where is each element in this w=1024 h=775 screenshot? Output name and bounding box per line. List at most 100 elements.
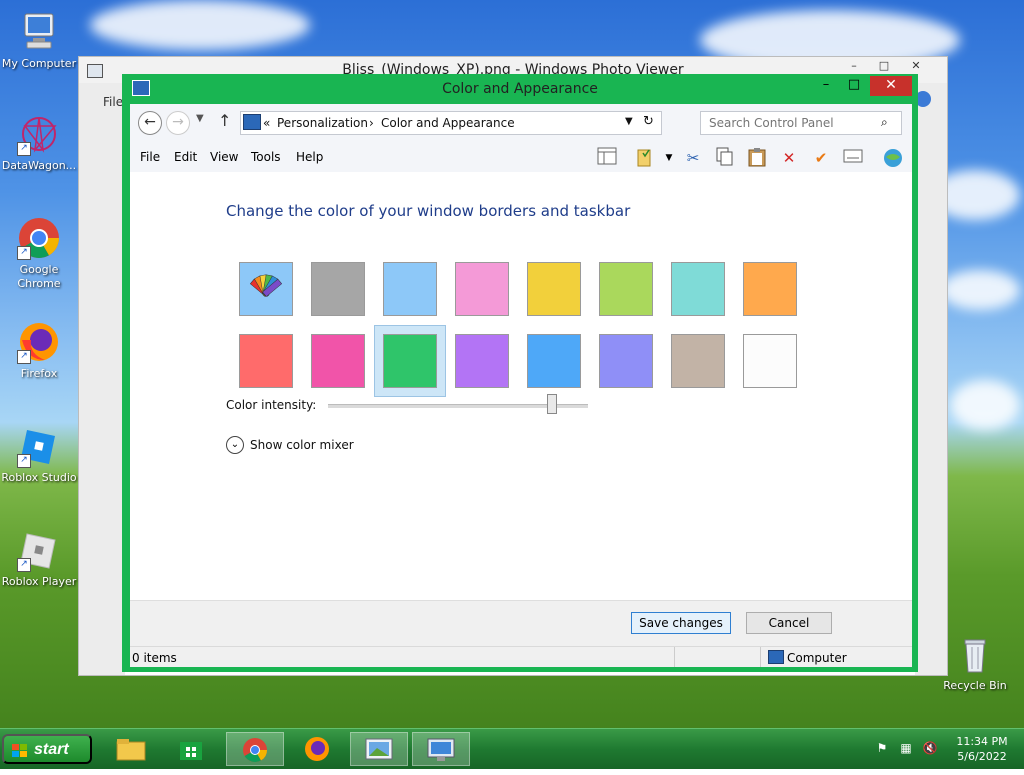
desktop-icon-roblox-player[interactable]: ↗ Roblox Player (1, 528, 77, 589)
desktop-icon-google-chrome[interactable]: ↗ Google Chrome (1, 216, 77, 291)
cloud (90, 0, 310, 50)
chevron-down-icon[interactable]: ⌄ (226, 436, 244, 454)
color-swatch[interactable] (455, 262, 509, 316)
close-button[interactable]: ✕ (870, 76, 912, 96)
taskbar-control-panel[interactable] (412, 732, 470, 766)
shortcut-arrow-icon: ↗ (17, 142, 31, 156)
menu-help[interactable]: Help (296, 150, 323, 164)
photo-viewer-file-menu[interactable]: File (103, 95, 123, 109)
color-swatch[interactable] (743, 334, 797, 388)
search-box[interactable]: ⌕ (700, 111, 902, 135)
maximize-button[interactable]: □ (840, 77, 868, 95)
menu-tools[interactable]: Tools (251, 150, 281, 164)
taskbar-chrome[interactable] (226, 732, 284, 766)
menu-edit[interactable]: Edit (174, 150, 197, 164)
automatic-color-swatch[interactable] (239, 262, 293, 316)
search-icon[interactable]: ⌕ (881, 115, 888, 130)
color-swatch[interactable] (527, 262, 581, 316)
menu-file[interactable]: File (140, 150, 160, 164)
search-input[interactable] (707, 115, 879, 131)
breadcrumb-separator: « (263, 116, 271, 130)
copy-icon[interactable] (714, 147, 736, 169)
photo-viewer-maximize-button[interactable]: □ (873, 59, 895, 73)
title-bar[interactable]: Color and Appearance – □ ✕ (122, 74, 918, 104)
page-heading: Change the color of your window borders … (226, 202, 631, 220)
rename-icon[interactable] (842, 147, 864, 169)
desktop-icon-firefox[interactable]: ↗ Firefox (1, 320, 77, 381)
back-arrow-icon: ← (144, 114, 156, 130)
color-swatch[interactable] (599, 334, 653, 388)
shortcut-arrow-icon: ↗ (17, 350, 31, 364)
address-bar[interactable]: « Personalization › Color and Appearance… (240, 111, 662, 135)
save-changes-button[interactable]: Save changes (631, 612, 731, 634)
refresh-icon[interactable]: ↻ (643, 114, 654, 129)
folder-options-icon[interactable] (634, 147, 656, 169)
taskbar-photo-viewer[interactable] (350, 732, 408, 766)
status-divider (760, 647, 761, 667)
breadcrumb-current[interactable]: Color and Appearance (381, 116, 515, 130)
address-dropdown-icon[interactable]: ▼ (625, 116, 633, 127)
color-swatch[interactable] (671, 334, 725, 388)
desktop-icon-label: Roblox Player (1, 575, 77, 588)
start-label: start (34, 741, 69, 758)
color-swatch[interactable] (311, 262, 365, 316)
recent-pages-chevron-icon[interactable]: ▼ (196, 113, 204, 124)
volume-muted-icon[interactable]: 🔇 (922, 741, 938, 757)
delete-icon[interactable]: ✕ (778, 147, 800, 169)
up-arrow-icon[interactable]: ↑ (218, 111, 231, 130)
color-swatch[interactable] (599, 262, 653, 316)
properties-check-icon[interactable]: ✔ (810, 147, 832, 169)
internet-globe-icon[interactable] (882, 147, 904, 169)
breadcrumb-personalization[interactable]: Personalization (277, 116, 368, 130)
show-color-mixer-link[interactable]: Show color mixer (250, 438, 354, 452)
photo-viewer-close-button[interactable]: ✕ (905, 59, 927, 73)
back-button[interactable]: ← (138, 111, 162, 135)
status-divider (674, 647, 675, 667)
start-button[interactable]: start (2, 734, 92, 764)
desktop-icon-label: Roblox Studio (1, 471, 77, 484)
taskbar-file-explorer[interactable] (102, 732, 160, 766)
chrome-icon (242, 738, 268, 768)
color-swatch[interactable] (671, 262, 725, 316)
color-swatch[interactable] (383, 262, 437, 316)
desktop-icon-recycle-bin[interactable]: Recycle Bin (937, 632, 1013, 693)
footer-bar: Save changes Cancel (130, 600, 912, 647)
forward-arrow-icon: → (172, 114, 184, 130)
cut-icon[interactable]: ✂ (682, 147, 704, 169)
menu-view[interactable]: View (210, 150, 238, 164)
folder-options-dropdown-icon[interactable]: ▼ (658, 147, 680, 169)
layout-pane-icon[interactable] (596, 147, 618, 169)
network-icon[interactable]: ▦ (898, 741, 914, 757)
color-palette-icon (249, 274, 283, 297)
clock-date: 5/6/2022 (957, 750, 1007, 763)
desktop-icon-roblox-studio[interactable]: ↗ Roblox Studio (1, 424, 77, 485)
windows-flag-icon (12, 744, 28, 758)
desktop-icon-datawagon[interactable]: ↗ DataWagon... (1, 112, 77, 173)
shortcut-arrow-icon: ↗ (17, 246, 31, 260)
forward-button[interactable]: → (166, 111, 190, 135)
photo-viewer-minimize-button[interactable]: – (843, 59, 865, 73)
cancel-button[interactable]: Cancel (746, 612, 832, 634)
clock-time: 11:34 PM (956, 735, 1008, 748)
color-swatch[interactable] (383, 334, 437, 388)
color-intensity-slider-thumb[interactable] (546, 394, 557, 414)
desktop-icon-my-computer[interactable]: My Computer (1, 10, 77, 71)
control-panel-icon (427, 738, 455, 767)
store-icon (178, 742, 204, 767)
taskbar-firefox[interactable] (288, 732, 346, 766)
firefox-icon: ↗ (17, 320, 61, 364)
minimize-button[interactable]: – (812, 77, 840, 95)
action-center-flag-icon[interactable]: ⚑ (874, 741, 890, 757)
system-clock[interactable]: 11:34 PM 5/6/2022 (950, 734, 1014, 764)
color-swatch[interactable] (239, 334, 293, 388)
chrome-icon: ↗ (17, 216, 61, 260)
color-swatch[interactable] (527, 334, 581, 388)
color-swatch[interactable] (455, 334, 509, 388)
window-title: Color and Appearance (442, 81, 598, 97)
color-swatch[interactable] (311, 334, 365, 388)
paste-icon[interactable] (746, 147, 768, 169)
breadcrumb-arrow[interactable]: › (369, 116, 374, 130)
desktop-icon-label: Firefox (20, 367, 58, 380)
taskbar-store[interactable] (162, 732, 220, 766)
color-swatch[interactable] (743, 262, 797, 316)
